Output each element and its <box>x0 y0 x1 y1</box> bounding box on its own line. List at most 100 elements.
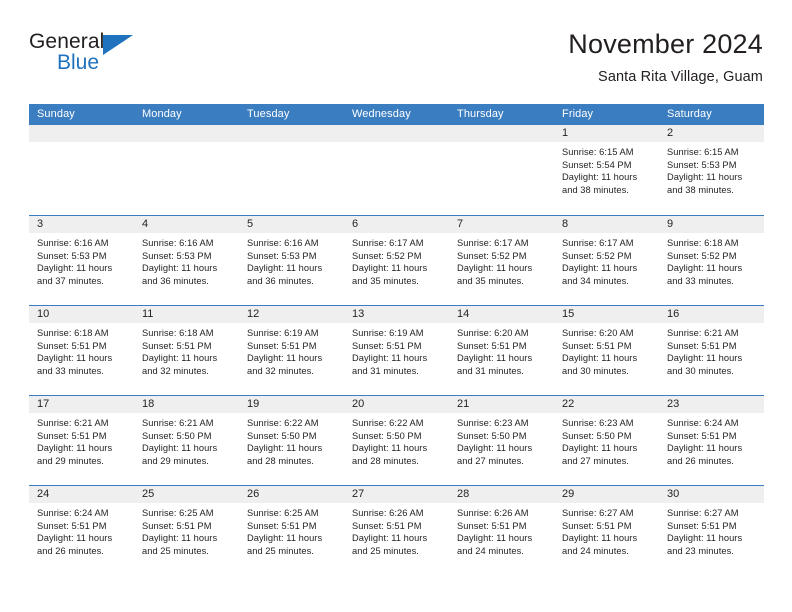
day-detail-line: and 34 minutes. <box>562 275 629 286</box>
day-details: Sunrise: 6:16 AM Sunset: 5:53 PM Daylight:… <box>239 233 344 287</box>
calendar-day-cell-empty <box>134 125 239 215</box>
day-detail-line: Sunrise: 6:18 AM <box>667 238 739 248</box>
calendar-day-cell[interactable]: 12 Sunrise: 6:19 AM Sunset: 5:51 PM Dayligh… <box>239 306 344 395</box>
general-blue-logo[interactable]: General Blue <box>29 28 149 80</box>
calendar-day-cell[interactable]: 13 Sunrise: 6:19 AM Sunset: 5:51 PM Dayligh… <box>344 306 449 395</box>
day-detail-line: and 26 minutes. <box>667 455 734 466</box>
day-detail-line: Sunrise: 6:21 AM <box>667 328 739 338</box>
day-detail-line: Sunrise: 6:17 AM <box>562 238 634 248</box>
calendar-day-cell[interactable]: 9 Sunrise: 6:18 AM Sunset: 5:52 PM Daylight… <box>659 216 764 305</box>
day-detail-line: Daylight: 11 hours <box>37 263 113 274</box>
calendar-day-cell[interactable]: 5 Sunrise: 6:16 AM Sunset: 5:53 PM Daylight… <box>239 216 344 305</box>
calendar-day-cell[interactable]: 20 Sunrise: 6:22 AM Sunset: 5:50 PM Dayligh… <box>344 396 449 485</box>
day-detail-line: Sunrise: 6:26 AM <box>352 508 424 518</box>
day-number: 6 <box>344 216 449 233</box>
day-details: Sunrise: 6:17 AM Sunset: 5:52 PM Daylight:… <box>449 233 554 287</box>
day-details: Sunrise: 6:22 AM Sunset: 5:50 PM Daylight:… <box>344 413 449 467</box>
day-details <box>239 142 344 146</box>
day-detail-line: Sunset: 5:51 PM <box>667 340 737 351</box>
day-details: Sunrise: 6:21 AM Sunset: 5:51 PM Daylight:… <box>659 323 764 377</box>
calendar-page: General Blue November 2024 Santa Rita Vi… <box>0 0 792 612</box>
day-detail-line: and 25 minutes. <box>247 545 314 556</box>
calendar-day-cell[interactable]: 10 Sunrise: 6:18 AM Sunset: 5:51 PM Dayligh… <box>29 306 134 395</box>
day-detail-line: Sunset: 5:51 PM <box>352 520 422 531</box>
day-detail-line: Daylight: 11 hours <box>37 443 113 454</box>
logo-text-blue: Blue <box>57 51 100 74</box>
day-detail-line: Sunset: 5:54 PM <box>562 159 632 170</box>
day-number: 12 <box>239 306 344 323</box>
day-detail-line: Sunset: 5:52 PM <box>562 250 632 261</box>
day-detail-line: and 30 minutes. <box>562 365 629 376</box>
calendar-day-cell[interactable]: 22 Sunrise: 6:23 AM Sunset: 5:50 PM Dayligh… <box>554 396 659 485</box>
day-detail-line: Sunset: 5:52 PM <box>457 250 527 261</box>
day-detail-line: Sunset: 5:53 PM <box>247 250 317 261</box>
day-number: 1 <box>554 125 659 142</box>
day-detail-line: and 35 minutes. <box>457 275 524 286</box>
calendar-day-cell[interactable]: 15 Sunrise: 6:20 AM Sunset: 5:51 PM Dayligh… <box>554 306 659 395</box>
day-detail-line: Sunset: 5:50 PM <box>457 430 527 441</box>
day-detail-line: and 25 minutes. <box>352 545 419 556</box>
calendar-day-cell[interactable]: 18 Sunrise: 6:21 AM Sunset: 5:50 PM Dayligh… <box>134 396 239 485</box>
day-detail-line: Sunrise: 6:15 AM <box>667 147 739 157</box>
day-of-week-header-thursday: Thursday <box>457 108 504 120</box>
calendar-day-cell[interactable]: 4 Sunrise: 6:16 AM Sunset: 5:53 PM Daylight… <box>134 216 239 305</box>
day-detail-line: Sunset: 5:52 PM <box>352 250 422 261</box>
calendar-day-cell[interactable]: 27 Sunrise: 6:26 AM Sunset: 5:51 PM Dayligh… <box>344 486 449 575</box>
day-number <box>344 125 449 142</box>
calendar-day-cell[interactable]: 23 Sunrise: 6:24 AM Sunset: 5:51 PM Dayligh… <box>659 396 764 485</box>
day-number: 29 <box>554 486 659 503</box>
calendar-day-cell[interactable]: 11 Sunrise: 6:18 AM Sunset: 5:51 PM Dayligh… <box>134 306 239 395</box>
calendar-day-cell[interactable]: 2 Sunrise: 6:15 AM Sunset: 5:53 PM Daylight… <box>659 125 764 215</box>
calendar-day-cell[interactable]: 21 Sunrise: 6:23 AM Sunset: 5:50 PM Dayligh… <box>449 396 554 485</box>
calendar-day-cell[interactable]: 16 Sunrise: 6:21 AM Sunset: 5:51 PM Dayligh… <box>659 306 764 395</box>
day-of-week-header-wednesday: Wednesday <box>352 108 411 120</box>
day-detail-line: Sunset: 5:50 PM <box>562 430 632 441</box>
calendar-day-cell[interactable]: 25 Sunrise: 6:25 AM Sunset: 5:51 PM Dayligh… <box>134 486 239 575</box>
day-details: Sunrise: 6:21 AM Sunset: 5:51 PM Daylight:… <box>29 413 134 467</box>
day-number: 7 <box>449 216 554 233</box>
day-detail-line: Sunrise: 6:25 AM <box>142 508 214 518</box>
day-detail-line: Sunset: 5:51 PM <box>37 340 107 351</box>
day-detail-line: Daylight: 11 hours <box>562 353 638 364</box>
day-details: Sunrise: 6:17 AM Sunset: 5:52 PM Daylight:… <box>554 233 659 287</box>
day-detail-line: Sunset: 5:50 PM <box>352 430 422 441</box>
calendar-day-cell[interactable]: 28 Sunrise: 6:26 AM Sunset: 5:51 PM Dayligh… <box>449 486 554 575</box>
day-number: 19 <box>239 396 344 413</box>
day-detail-line: Daylight: 11 hours <box>142 443 218 454</box>
day-detail-line: and 36 minutes. <box>142 275 209 286</box>
calendar-day-cell[interactable]: 14 Sunrise: 6:20 AM Sunset: 5:51 PM Dayligh… <box>449 306 554 395</box>
day-detail-line: Sunrise: 6:18 AM <box>142 328 214 338</box>
calendar-day-cell[interactable]: 8 Sunrise: 6:17 AM Sunset: 5:52 PM Daylight… <box>554 216 659 305</box>
day-details: Sunrise: 6:15 AM Sunset: 5:53 PM Daylight:… <box>659 142 764 196</box>
day-detail-line: Sunrise: 6:27 AM <box>562 508 634 518</box>
calendar-day-cell[interactable]: 19 Sunrise: 6:22 AM Sunset: 5:50 PM Dayligh… <box>239 396 344 485</box>
day-detail-line: and 23 minutes. <box>667 545 734 556</box>
day-detail-line: Sunrise: 6:24 AM <box>667 418 739 428</box>
day-number: 25 <box>134 486 239 503</box>
calendar-day-cell[interactable]: 29 Sunrise: 6:27 AM Sunset: 5:51 PM Dayligh… <box>554 486 659 575</box>
day-detail-line: Sunrise: 6:22 AM <box>352 418 424 428</box>
day-detail-line: Sunrise: 6:23 AM <box>562 418 634 428</box>
day-detail-line: Daylight: 11 hours <box>247 263 323 274</box>
day-detail-line: Daylight: 11 hours <box>457 443 533 454</box>
page-title: November 2024 <box>568 29 763 59</box>
calendar-day-cell[interactable]: 17 Sunrise: 6:21 AM Sunset: 5:51 PM Dayligh… <box>29 396 134 485</box>
day-number: 8 <box>554 216 659 233</box>
day-number: 13 <box>344 306 449 323</box>
day-detail-line: Daylight: 11 hours <box>667 172 743 183</box>
calendar-day-cell[interactable]: 6 Sunrise: 6:17 AM Sunset: 5:52 PM Daylight… <box>344 216 449 305</box>
day-detail-line: Daylight: 11 hours <box>142 353 218 364</box>
day-detail-line: and 38 minutes. <box>667 184 734 195</box>
calendar-day-cell[interactable]: 30 Sunrise: 6:27 AM Sunset: 5:51 PM Dayligh… <box>659 486 764 575</box>
day-number: 3 <box>29 216 134 233</box>
day-details: Sunrise: 6:15 AM Sunset: 5:54 PM Daylight:… <box>554 142 659 196</box>
calendar-day-cell[interactable]: 7 Sunrise: 6:17 AM Sunset: 5:52 PM Daylight… <box>449 216 554 305</box>
calendar-day-cell[interactable]: 1 Sunrise: 6:15 AM Sunset: 5:54 PM Daylight… <box>554 125 659 215</box>
calendar-day-cell[interactable]: 3 Sunrise: 6:16 AM Sunset: 5:53 PM Daylight… <box>29 216 134 305</box>
day-number: 18 <box>134 396 239 413</box>
calendar-day-cell[interactable]: 24 Sunrise: 6:24 AM Sunset: 5:51 PM Dayligh… <box>29 486 134 575</box>
day-number: 20 <box>344 396 449 413</box>
day-detail-line: Sunset: 5:53 PM <box>37 250 107 261</box>
calendar-week-row: 1 Sunrise: 6:15 AM Sunset: 5:54 PM Daylight… <box>29 125 764 215</box>
calendar-day-cell[interactable]: 26 Sunrise: 6:25 AM Sunset: 5:51 PM Dayligh… <box>239 486 344 575</box>
